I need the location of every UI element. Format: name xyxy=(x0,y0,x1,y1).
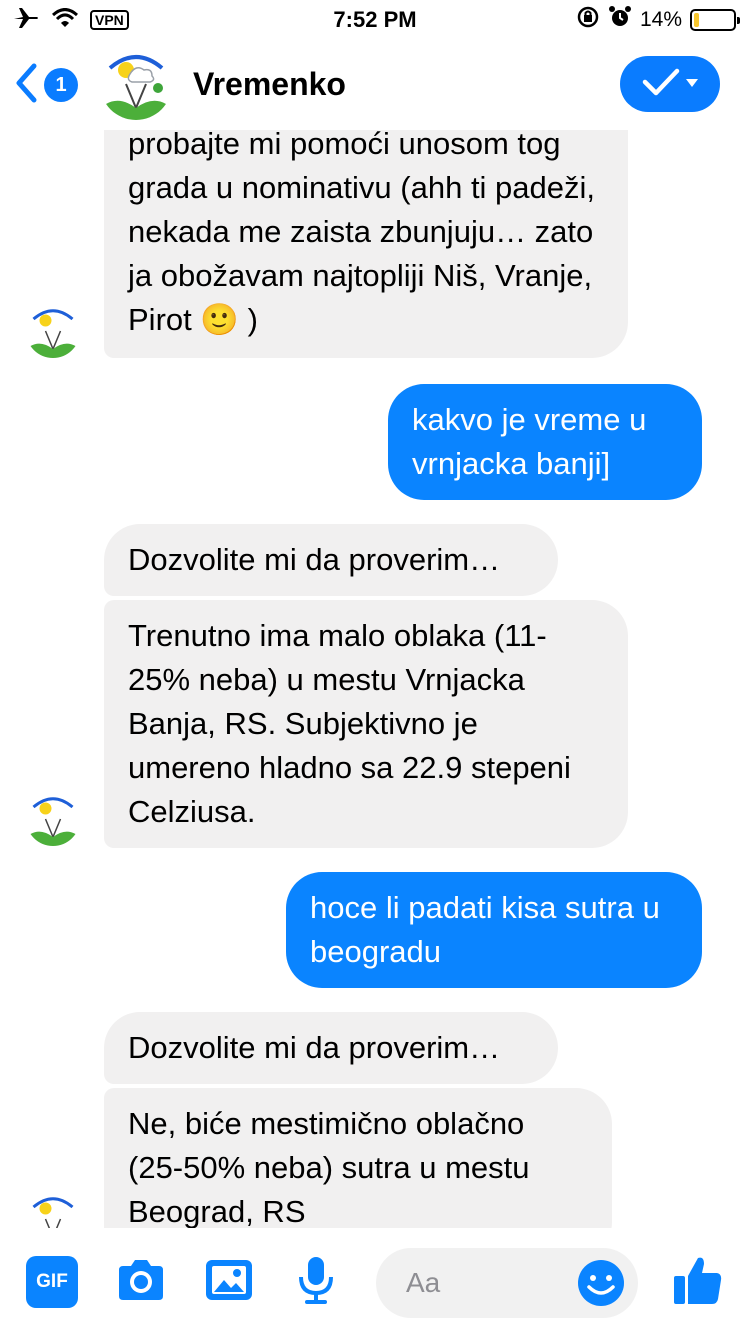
message-input[interactable] xyxy=(406,1264,566,1302)
checkmark-icon xyxy=(641,67,681,102)
chevron-left-icon xyxy=(14,63,38,108)
composer-bar: GIF xyxy=(0,1230,750,1334)
camera-icon xyxy=(115,1258,167,1307)
avatar[interactable] xyxy=(100,48,172,120)
thumbs-up-icon xyxy=(672,1254,724,1311)
message-text: Dozvolite mi da proverim… xyxy=(128,542,501,577)
status-bar: VPN 7:52 PM 14% xyxy=(0,0,750,40)
message-text: Trenutno ima malo oblaka (11-25% neba) u… xyxy=(128,618,571,829)
message-list: probajte mi pomoći unosom tog grada u no… xyxy=(0,130,750,1228)
message-outgoing[interactable]: hoce li padati kisa sutra u beogradu xyxy=(286,872,702,988)
smiley-icon xyxy=(576,1260,626,1312)
message-incoming[interactable]: Ne, biće mestimično oblačno (25-50% neba… xyxy=(104,1088,612,1228)
message-incoming[interactable]: Dozvolite mi da proverim… xyxy=(104,1012,558,1084)
message-text: kakvo je vreme u vrnjacka banji] xyxy=(412,402,647,481)
conversation-header: 1 Vremenko xyxy=(0,40,750,130)
microphone-icon xyxy=(296,1255,336,1310)
status-right: 14% xyxy=(576,5,740,35)
message-outgoing[interactable]: kakvo je vreme u vrnjacka banji] xyxy=(388,384,702,500)
alarm-icon xyxy=(608,5,632,35)
emoji-button[interactable] xyxy=(576,1258,626,1308)
sender-avatar xyxy=(26,1192,80,1228)
orientation-lock-icon xyxy=(576,5,600,35)
voice-button[interactable] xyxy=(294,1256,338,1308)
gif-button[interactable]: GIF xyxy=(26,1256,78,1308)
sender-avatar xyxy=(26,792,80,846)
camera-button[interactable] xyxy=(114,1256,168,1308)
message-input-container xyxy=(376,1248,638,1318)
caret-down-icon xyxy=(685,75,699,93)
back-button[interactable]: 1 xyxy=(14,60,78,110)
message-text: hoce li padati kisa sutra u beogradu xyxy=(310,890,660,969)
image-icon xyxy=(204,1258,254,1307)
message-incoming[interactable]: Trenutno ima malo oblaka (11-25% neba) u… xyxy=(104,600,628,848)
battery-icon xyxy=(690,9,740,31)
message-text: Ne, biće mestimično oblačno (25-50% neba… xyxy=(128,1106,530,1228)
message-incoming[interactable]: probajte mi pomoći unosom tog grada u no… xyxy=(104,130,628,358)
manage-button[interactable] xyxy=(620,56,720,112)
battery-level xyxy=(694,13,700,27)
unread-badge: 1 xyxy=(44,68,78,102)
message-text: probajte mi pomoći unosom tog grada u no… xyxy=(128,130,596,337)
message-incoming[interactable]: Dozvolite mi da proverim… xyxy=(104,524,558,596)
like-button[interactable] xyxy=(672,1256,724,1308)
photo-button[interactable] xyxy=(204,1256,254,1308)
conversation-title[interactable]: Vremenko xyxy=(193,64,346,104)
battery-percent: 14% xyxy=(639,8,682,31)
sender-avatar xyxy=(26,304,80,358)
message-text: Dozvolite mi da proverim… xyxy=(128,1030,501,1065)
